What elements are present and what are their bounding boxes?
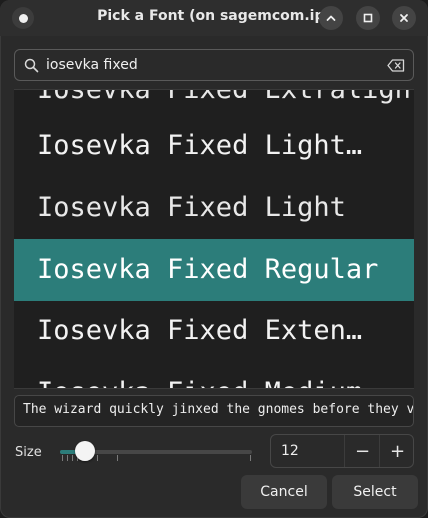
- font-chooser-dialog: Pick a Font (on sagemcom.ip) iosevka fix…: [0, 0, 428, 518]
- size-value[interactable]: 12: [281, 443, 299, 459]
- chevron-up-icon: [326, 15, 336, 21]
- size-spinbutton[interactable]: 12 − +: [270, 434, 414, 468]
- size-slider[interactable]: [60, 440, 252, 464]
- preview-text-field[interactable]: The wizard quickly jinxed the gnomes bef…: [14, 395, 414, 427]
- preview-text[interactable]: The wizard quickly jinxed the gnomes bef…: [23, 402, 413, 417]
- font-list-item[interactable]: Iosevka Fixed Medium: [14, 362, 414, 388]
- size-decrement-button[interactable]: −: [344, 435, 380, 467]
- cancel-button[interactable]: Cancel: [241, 475, 327, 509]
- font-list-item[interactable]: Iosevka Fixed Light…: [14, 115, 414, 177]
- font-list-item[interactable]: Iosevka Fixed Light: [14, 177, 414, 239]
- minimize-button[interactable]: [319, 6, 343, 30]
- search-input[interactable]: iosevka fixed: [46, 57, 138, 73]
- font-list[interactable]: Iosevka Fixed Extralight Iosevka Fixed L…: [14, 89, 414, 389]
- search-icon: [24, 58, 39, 73]
- close-icon: [400, 14, 408, 22]
- maximize-button[interactable]: [356, 6, 380, 30]
- size-increment-button[interactable]: +: [379, 435, 415, 467]
- square-icon: [363, 13, 373, 23]
- font-list-item[interactable]: Iosevka Fixed Exten…: [14, 300, 414, 362]
- size-label: Size: [15, 445, 42, 460]
- backspace-clear-icon[interactable]: [387, 59, 405, 72]
- select-button[interactable]: Select: [332, 475, 418, 509]
- close-button[interactable]: [392, 6, 416, 30]
- search-field[interactable]: iosevka fixed: [14, 49, 414, 81]
- title-bar[interactable]: Pick a Font (on sagemcom.ip): [0, 0, 428, 36]
- font-list-item-selected[interactable]: Iosevka Fixed Regular: [14, 239, 414, 301]
